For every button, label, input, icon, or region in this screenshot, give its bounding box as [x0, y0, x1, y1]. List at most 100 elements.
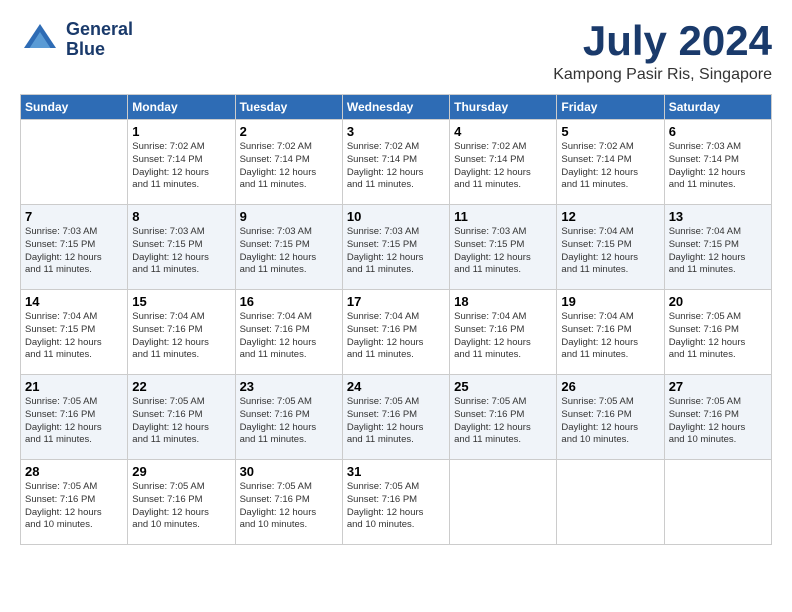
day-number: 22 [132, 379, 230, 394]
day-info: Sunrise: 7:05 AM Sunset: 7:16 PM Dayligh… [240, 481, 338, 532]
day-number: 7 [25, 209, 123, 224]
calendar-day-cell: 19 Sunrise: 7:04 AM Sunset: 7:16 PM Dayli… [557, 290, 664, 375]
day-number: 31 [347, 464, 445, 479]
day-number: 5 [561, 124, 659, 139]
day-info: Sunrise: 7:05 AM Sunset: 7:16 PM Dayligh… [240, 396, 338, 447]
day-number: 19 [561, 294, 659, 309]
calendar-day-cell: 16Sunrise: 7:04 AM Sunset: 7:16 PM Dayli… [235, 290, 342, 375]
weekday-header: Friday [557, 95, 664, 120]
day-number: 11 [454, 209, 552, 224]
calendar-day-cell: 25 Sunrise: 7:05 AM Sunset: 7:16 PM Dayli… [450, 375, 557, 460]
day-info: Sunrise: 7:04 AM Sunset: 7:15 PM Dayligh… [25, 311, 123, 362]
page-header: General Blue July 2024 Kampong Pasir Ris… [20, 20, 772, 84]
calendar-day-cell: 28Sunrise: 7:05 AM Sunset: 7:16 PM Dayli… [21, 460, 128, 545]
calendar-day-cell: 30 Sunrise: 7:05 AM Sunset: 7:16 PM Dayli… [235, 460, 342, 545]
day-number: 14 [25, 294, 123, 309]
calendar-table: SundayMondayTuesdayWednesdayThursdayFrid… [20, 94, 772, 545]
day-info: Sunrise: 7:04 AM Sunset: 7:15 PM Dayligh… [561, 226, 659, 277]
day-number: 20 [669, 294, 767, 309]
calendar-day-cell [450, 460, 557, 545]
day-info: Sunrise: 7:02 AM Sunset: 7:14 PM Dayligh… [454, 141, 552, 192]
day-number: 10 [347, 209, 445, 224]
day-number: 24 [347, 379, 445, 394]
calendar-week-row: 28Sunrise: 7:05 AM Sunset: 7:16 PM Dayli… [21, 460, 772, 545]
calendar-day-cell: 29 Sunrise: 7:05 AM Sunset: 7:16 PM Dayli… [128, 460, 235, 545]
calendar-day-cell: 10 Sunrise: 7:03 AM Sunset: 7:15 PM Dayli… [342, 205, 449, 290]
calendar-day-cell: 11 Sunrise: 7:03 AM Sunset: 7:15 PM Dayli… [450, 205, 557, 290]
day-info: Sunrise: 7:05 AM Sunset: 7:16 PM Dayligh… [669, 396, 767, 447]
day-number: 12 [561, 209, 659, 224]
day-info: Sunrise: 7:04 AM Sunset: 7:16 PM Dayligh… [454, 311, 552, 362]
calendar-day-cell: 27 Sunrise: 7:05 AM Sunset: 7:16 PM Dayli… [664, 375, 771, 460]
logo-icon [20, 20, 60, 60]
day-number: 29 [132, 464, 230, 479]
calendar-day-cell: 31 Sunrise: 7:05 AM Sunset: 7:16 PM Dayli… [342, 460, 449, 545]
calendar-week-row: 21 Sunrise: 7:05 AM Sunset: 7:16 PM Dayli… [21, 375, 772, 460]
day-info: Sunrise: 7:05 AM Sunset: 7:16 PM Dayligh… [25, 396, 123, 447]
day-number: 18 [454, 294, 552, 309]
calendar-day-cell: 24 Sunrise: 7:05 AM Sunset: 7:16 PM Dayli… [342, 375, 449, 460]
calendar-day-cell: 9 Sunrise: 7:03 AM Sunset: 7:15 PM Daylig… [235, 205, 342, 290]
calendar-day-cell: 13 Sunrise: 7:04 AM Sunset: 7:15 PM Dayli… [664, 205, 771, 290]
calendar-day-cell: 1Sunrise: 7:02 AM Sunset: 7:14 PM Daylig… [128, 120, 235, 205]
calendar-day-cell: 20Sunrise: 7:05 AM Sunset: 7:16 PM Dayli… [664, 290, 771, 375]
calendar-day-cell: 17 Sunrise: 7:04 AM Sunset: 7:16 PM Dayli… [342, 290, 449, 375]
day-info: Sunrise: 7:02 AM Sunset: 7:14 PM Dayligh… [132, 141, 230, 192]
day-info: Sunrise: 7:05 AM Sunset: 7:16 PM Dayligh… [25, 481, 123, 532]
day-info: Sunrise: 7:04 AM Sunset: 7:16 PM Dayligh… [347, 311, 445, 362]
day-number: 3 [347, 124, 445, 139]
day-number: 9 [240, 209, 338, 224]
day-info: Sunrise: 7:04 AM Sunset: 7:15 PM Dayligh… [669, 226, 767, 277]
day-number: 13 [669, 209, 767, 224]
day-info: Sunrise: 7:03 AM Sunset: 7:14 PM Dayligh… [669, 141, 767, 192]
day-number: 26 [561, 379, 659, 394]
weekday-header: Monday [128, 95, 235, 120]
weekday-header: Wednesday [342, 95, 449, 120]
day-info: Sunrise: 7:04 AM Sunset: 7:16 PM Dayligh… [561, 311, 659, 362]
day-number: 30 [240, 464, 338, 479]
day-info: Sunrise: 7:03 AM Sunset: 7:15 PM Dayligh… [240, 226, 338, 277]
calendar-week-row: 14 Sunrise: 7:04 AM Sunset: 7:15 PM Dayli… [21, 290, 772, 375]
calendar-day-cell: 4 Sunrise: 7:02 AM Sunset: 7:14 PM Daylig… [450, 120, 557, 205]
day-number: 23 [240, 379, 338, 394]
calendar-day-cell: 2Sunrise: 7:02 AM Sunset: 7:14 PM Daylig… [235, 120, 342, 205]
calendar-day-cell: 22 Sunrise: 7:05 AM Sunset: 7:16 PM Dayli… [128, 375, 235, 460]
calendar-day-cell [557, 460, 664, 545]
calendar-day-cell: 18 Sunrise: 7:04 AM Sunset: 7:16 PM Dayli… [450, 290, 557, 375]
day-info: Sunrise: 7:05 AM Sunset: 7:16 PM Dayligh… [347, 481, 445, 532]
day-number: 8 [132, 209, 230, 224]
calendar-day-cell [664, 460, 771, 545]
month-title: July 2024 [553, 20, 772, 62]
title-block: July 2024 Kampong Pasir Ris, Singapore [553, 20, 772, 84]
day-number: 16 [240, 294, 338, 309]
day-number: 2 [240, 124, 338, 139]
day-info: Sunrise: 7:03 AM Sunset: 7:15 PM Dayligh… [347, 226, 445, 277]
calendar-header-row: SundayMondayTuesdayWednesdayThursdayFrid… [21, 95, 772, 120]
day-info: Sunrise: 7:04 AM Sunset: 7:16 PM Dayligh… [132, 311, 230, 362]
weekday-header: Sunday [21, 95, 128, 120]
day-info: Sunrise: 7:03 AM Sunset: 7:15 PM Dayligh… [454, 226, 552, 277]
calendar-week-row: 7 Sunrise: 7:03 AM Sunset: 7:15 PM Daylig… [21, 205, 772, 290]
calendar-day-cell: 15 Sunrise: 7:04 AM Sunset: 7:16 PM Dayli… [128, 290, 235, 375]
day-number: 25 [454, 379, 552, 394]
day-info: Sunrise: 7:05 AM Sunset: 7:16 PM Dayligh… [132, 481, 230, 532]
day-info: Sunrise: 7:05 AM Sunset: 7:16 PM Dayligh… [347, 396, 445, 447]
calendar-week-row: 1Sunrise: 7:02 AM Sunset: 7:14 PM Daylig… [21, 120, 772, 205]
day-info: Sunrise: 7:05 AM Sunset: 7:16 PM Dayligh… [132, 396, 230, 447]
calendar-day-cell: 3 Sunrise: 7:02 AM Sunset: 7:14 PM Daylig… [342, 120, 449, 205]
day-number: 15 [132, 294, 230, 309]
day-number: 17 [347, 294, 445, 309]
calendar-day-cell: 26Sunrise: 7:05 AM Sunset: 7:16 PM Dayli… [557, 375, 664, 460]
logo-text: General Blue [66, 20, 133, 60]
day-info: Sunrise: 7:02 AM Sunset: 7:14 PM Dayligh… [347, 141, 445, 192]
day-number: 21 [25, 379, 123, 394]
calendar-day-cell: 12 Sunrise: 7:04 AM Sunset: 7:15 PM Dayli… [557, 205, 664, 290]
weekday-header: Tuesday [235, 95, 342, 120]
weekday-header: Thursday [450, 95, 557, 120]
day-info: Sunrise: 7:05 AM Sunset: 7:16 PM Dayligh… [454, 396, 552, 447]
calendar-day-cell: 5 Sunrise: 7:02 AM Sunset: 7:14 PM Daylig… [557, 120, 664, 205]
day-number: 4 [454, 124, 552, 139]
day-info: Sunrise: 7:03 AM Sunset: 7:15 PM Dayligh… [132, 226, 230, 277]
day-number: 27 [669, 379, 767, 394]
day-info: Sunrise: 7:02 AM Sunset: 7:14 PM Dayligh… [561, 141, 659, 192]
